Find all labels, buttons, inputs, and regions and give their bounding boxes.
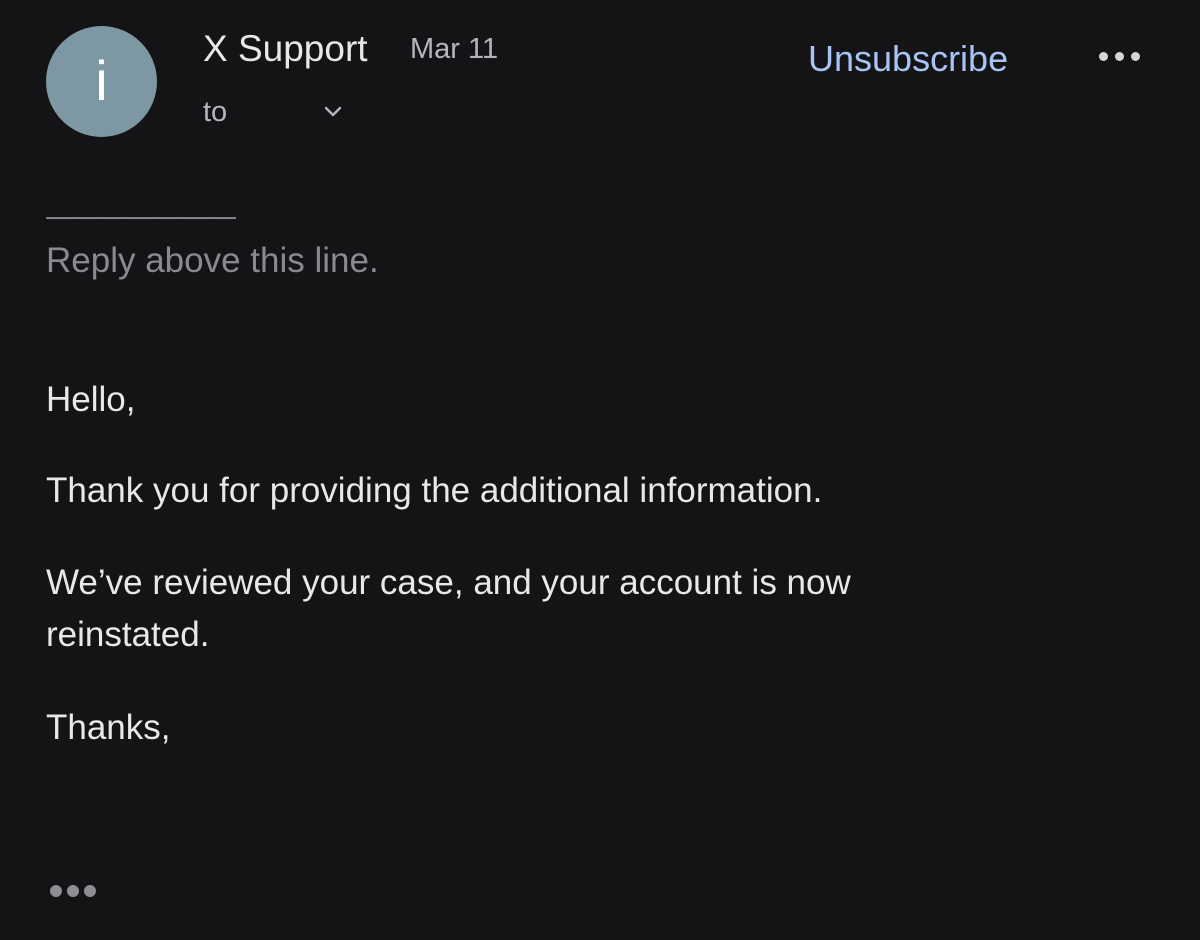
dot <box>1099 52 1108 61</box>
message-paragraph: Thank you for providing the additional i… <box>46 471 823 510</box>
sender-avatar[interactable]: i <box>46 26 157 137</box>
message-paragraph: We’ve reviewed your case, and your accou… <box>46 563 851 654</box>
message-signoff: Thanks, <box>46 708 171 747</box>
more-options-icon[interactable] <box>1099 52 1140 61</box>
chevron-down-icon[interactable] <box>323 105 343 124</box>
message-greeting: Hello, <box>46 380 136 419</box>
dot <box>67 885 79 897</box>
message-date: Mar 11 <box>410 33 499 65</box>
avatar-letter: i <box>95 48 108 112</box>
unsubscribe-link[interactable]: Unsubscribe <box>808 38 1008 80</box>
to-label: to <box>203 96 228 128</box>
dot <box>84 885 96 897</box>
recipient-details-toggle[interactable]: to <box>203 96 343 129</box>
reply-separator: ——————— <box>46 200 236 231</box>
dot <box>50 885 62 897</box>
dot <box>1131 52 1140 61</box>
dot <box>1115 52 1124 61</box>
show-trimmed-content-button[interactable] <box>50 885 96 897</box>
reply-hint: Reply above this line. <box>46 241 379 280</box>
sender-name[interactable]: X Support <box>203 28 368 70</box>
